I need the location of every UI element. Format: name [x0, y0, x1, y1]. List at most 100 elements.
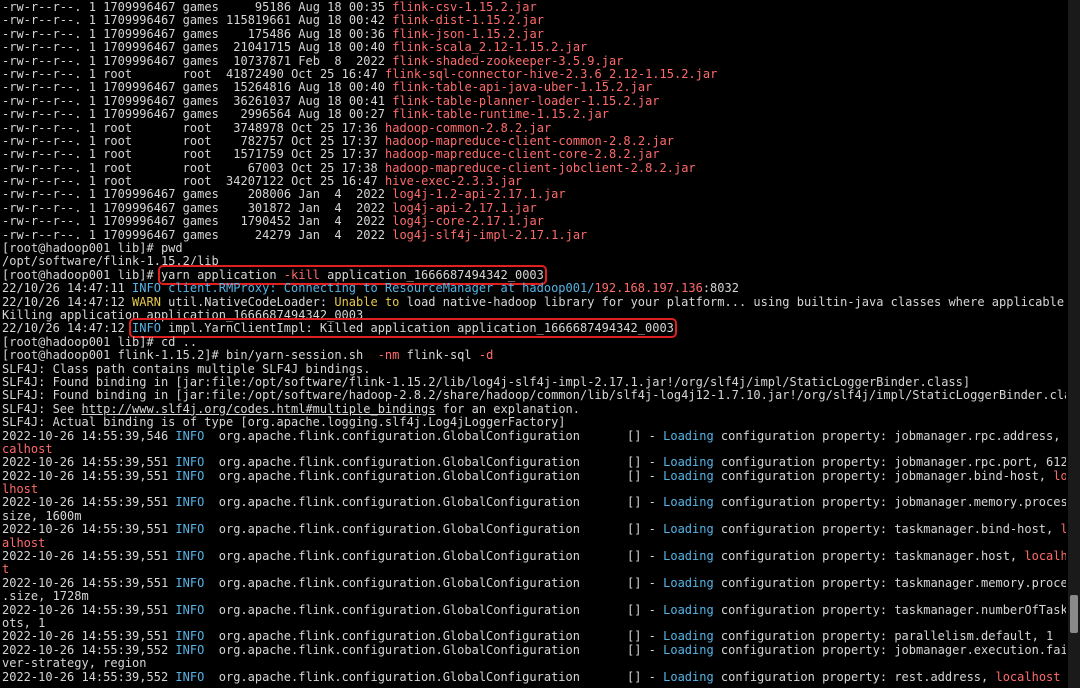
file-group: root — [182, 175, 212, 189]
scrollbar-thumb[interactable] — [1070, 595, 1078, 633]
config-log-line: 2022-10-26 14:55:39,551 INFO org.apache.… — [2, 550, 1066, 563]
config-property: configuration property: taskmanager.numb… — [713, 603, 1066, 617]
file-listing-row: -rw-r--r--. 1 1709996467 games 208006 Ja… — [2, 188, 1066, 201]
log-right-column: [] - Loading configuration property: tas… — [627, 550, 1066, 563]
column-gap — [81, 202, 88, 215]
config-value: lhost — [2, 483, 39, 497]
column-gap — [219, 1, 255, 14]
log-keyword: Loading — [663, 576, 714, 590]
log-timestamp: 2022-10-26 14:55:39,551 — [2, 456, 176, 470]
log-left-column: 2022-10-26 14:55:39,551 INFO org.apache.… — [2, 604, 580, 617]
wrapped-continuation: ots, 1 — [2, 617, 1066, 630]
output-text: SLF4J: Found binding in [jar:file:/opt/s… — [2, 375, 971, 389]
file-size: 41872490 — [226, 67, 284, 81]
column-gap — [219, 188, 248, 201]
file-owner: 1709996467 — [103, 81, 176, 95]
config-log-line: 2022-10-26 14:55:39,551 INFO org.apache.… — [2, 630, 1066, 643]
file-listing-row: -rw-r--r--. 1 root root 782757 Oct 25 17… — [2, 135, 1066, 148]
column-gap — [219, 28, 248, 41]
shell-command: bin/yarn-session.sh — [225, 349, 378, 363]
log-message — [378, 296, 385, 309]
config-log-line: 2022-10-26 14:55:39,551 INFO org.apache.… — [2, 496, 1066, 509]
log-context: [] - — [627, 456, 664, 470]
config-value: localhost — [995, 670, 1061, 684]
log-context: [] - — [627, 469, 664, 483]
file-size: 782757 — [240, 134, 284, 148]
log-keyword: Loading — [663, 456, 714, 470]
file-size: 95186 — [254, 1, 292, 14]
application-id: application_1666687494342_0003 — [319, 267, 544, 282]
prompt-line: [root@hadoop001 lib]# yarn application -… — [2, 264, 1066, 285]
log-left-column: 2022-10-26 14:55:39,552 INFO org.apache.… — [2, 644, 580, 657]
file-perm: -rw-r--r--. — [2, 134, 82, 148]
log-context: [] - — [627, 496, 664, 510]
file-name: flink-shaded-zookeeper-3.5.9.jar — [392, 54, 624, 68]
config-log-line: 2022-10-26 14:55:39,552 INFO org.apache.… — [2, 644, 1066, 657]
config-property: ver-strategy, region — [2, 657, 147, 671]
file-links: 1 — [88, 175, 96, 189]
log-timestamp: 2022-10-26 14:55:39,551 — [2, 630, 176, 644]
log-level: INFO — [175, 429, 205, 443]
file-listing-row: -rw-r--r--. 1 1709996467 games 95186 Aug… — [2, 1, 1066, 14]
terminal-window[interactable]: { "lines": [ {"type": "ls", "perm": "-rw… — [0, 0, 1080, 688]
config-value: localhos — [1024, 550, 1066, 564]
file-owner: root — [103, 175, 133, 189]
file-group: games — [182, 41, 219, 55]
file-listing-row: -rw-r--r--. 1 root root 1571759 Oct 25 1… — [2, 148, 1066, 161]
file-date: Aug 18 00:36 — [298, 27, 385, 41]
terminal-output[interactable]: -rw-r--r--. 1 1709996467 games 95186 Aug… — [2, 1, 1066, 687]
file-links: 1 — [88, 27, 96, 41]
output-line: SLF4J: Actual binding is of type [org.ap… — [2, 416, 1066, 429]
file-date: Oct 25 16:47 — [291, 67, 378, 81]
file-owner: 1709996467 — [103, 27, 176, 41]
explanation-link[interactable]: http://www.slf4j.org/codes.html#multiple… — [81, 403, 435, 416]
log-timestamp: 22/10/26 14:47:11 — [2, 282, 133, 296]
log-message: util.NativeCodeLoader: — [160, 295, 335, 309]
file-size: 2996564 — [240, 108, 292, 122]
file-listing-row: -rw-r--r--. 1 1709996467 games 2996564 A… — [2, 108, 1066, 121]
file-links: 1 — [88, 148, 96, 162]
log-level: INFO — [132, 282, 161, 296]
logger-class: org.apache.flink.configuration.GlobalCon… — [204, 603, 580, 617]
command-flag: -kill — [283, 267, 320, 282]
config-property: configuration property: jobmanager.execu… — [713, 643, 1066, 657]
file-perm: -rw-r--r--. — [2, 94, 82, 108]
file-perm: -rw-r--r--. — [2, 1, 82, 14]
column-gap — [219, 202, 248, 215]
shell-command: cd .. — [160, 335, 198, 349]
prompt-line: [root@hadoop001 lib]# cd .. — [2, 336, 1066, 349]
config-property: configuration property: taskmanager.host… — [713, 550, 1025, 564]
file-owner: 1709996467 — [103, 1, 176, 14]
column-gap — [219, 41, 233, 54]
file-owner: root — [103, 121, 133, 135]
log-left-column: 2022-10-26 14:55:39,551 INFO org.apache.… — [2, 630, 580, 643]
column-gap — [81, 28, 88, 41]
wrapped-continuation: .size, 1728m — [2, 590, 1066, 603]
log-message: for an explanation. — [435, 402, 580, 416]
file-name: flink-sql-connector-hive-2.3.6_2.12-1.15… — [385, 67, 718, 81]
config-log-line: 2022-10-26 14:55:39,546 INFO org.apache.… — [2, 430, 1066, 443]
config-property: configuration property: taskmanager.bind… — [713, 523, 1061, 537]
log-right-column: [] - Loading configuration property: job… — [627, 644, 1066, 657]
log-context: [] - — [627, 670, 664, 684]
column-gap — [81, 81, 88, 94]
file-name: hadoop-common-2.8.2.jar — [385, 121, 552, 135]
column-gap — [219, 14, 226, 27]
file-owner: root — [103, 134, 133, 148]
file-listing-row: -rw-r--r--. 1 root root 41872490 Oct 25 … — [2, 68, 1066, 81]
column-gap — [219, 108, 241, 121]
log-keyword: Loading — [663, 429, 714, 443]
config-property: configuration property: jobmanager.memor… — [713, 496, 1066, 510]
column-gap — [212, 162, 248, 175]
log-right-column: [] - Loading configuration property: tas… — [627, 577, 1066, 590]
file-date: Oct 25 17:36 — [291, 121, 378, 135]
column-gap — [81, 68, 88, 81]
column-gap — [378, 148, 385, 161]
vertical-scrollbar[interactable] — [1068, 0, 1080, 688]
log-level: INFO — [175, 469, 205, 483]
column-gap — [81, 55, 88, 68]
log-line: 22/10/26 14:47:11 INFO client.RMProxy: C… — [2, 282, 1066, 295]
log-message: impl.YarnClientImpl: Killed application … — [160, 321, 674, 336]
config-property: configuration property: rest.address, — [713, 670, 996, 684]
file-size: 3748978 — [233, 121, 284, 135]
